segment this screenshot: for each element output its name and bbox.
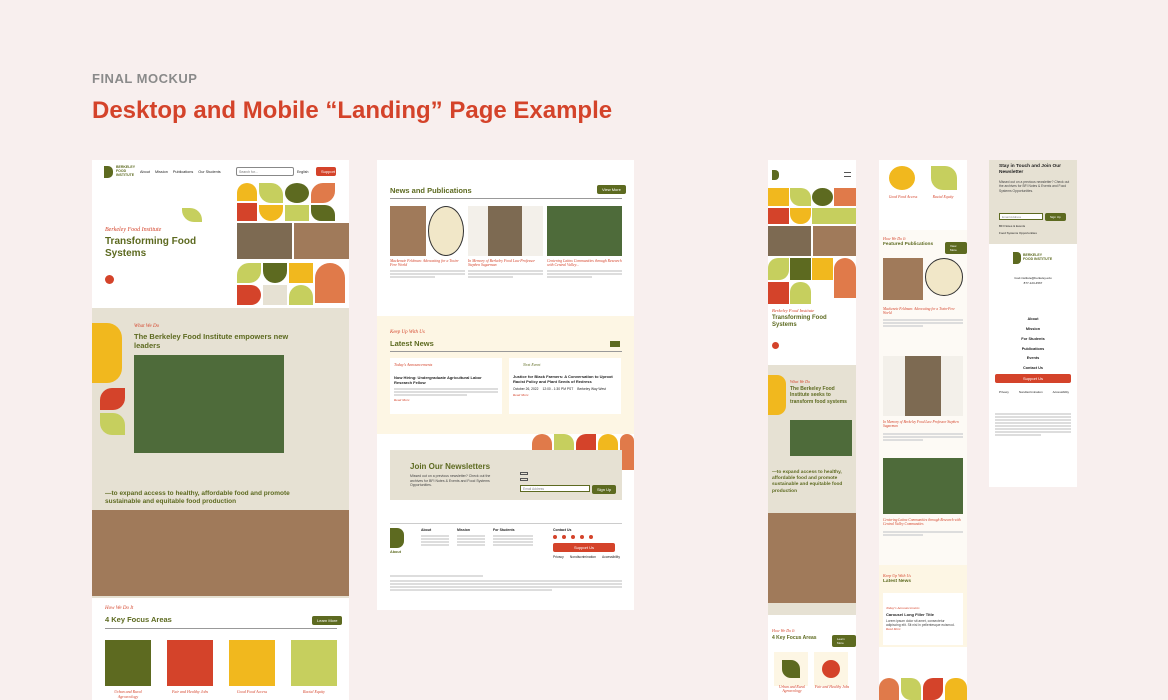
email-icon[interactable] xyxy=(589,535,593,539)
mobile-check-1[interactable]: BFI Notes & Events xyxy=(999,224,1025,228)
mobile-footer-phone: 877-123-4567 xyxy=(1023,281,1043,285)
language-select[interactable]: English xyxy=(297,170,308,174)
facebook-icon[interactable] xyxy=(553,535,557,539)
mobile-email-input[interactable]: Email Address xyxy=(999,213,1043,220)
newsletter-email-input[interactable]: Email Address xyxy=(520,485,590,492)
search-input[interactable]: Search for... xyxy=(236,167,294,176)
site-logo[interactable]: BERKELEY FOOD INSTITUTE xyxy=(104,165,136,178)
mobile-scroll-button[interactable] xyxy=(772,342,779,349)
hero-title: Transforming Food Systems xyxy=(105,236,197,259)
focus-area-access[interactable]: Good Food Access xyxy=(229,640,275,700)
announcement-card[interactable]: Today's Announcements Now Hiring: Underg… xyxy=(390,358,502,414)
focus-area-equity[interactable]: Racial Equity xyxy=(291,640,337,700)
newsletter-box: Join Our Newsletters Missed out on a pre… xyxy=(390,450,622,500)
mobile-footer-pattern xyxy=(879,678,967,700)
news-title: News and Publications xyxy=(390,186,472,195)
desktop-landing-top: BERKELEY FOOD INSTITUTE About Mission Pu… xyxy=(92,160,349,700)
support-button[interactable]: Support xyxy=(316,167,336,176)
nav-about[interactable]: About xyxy=(140,170,150,174)
mobile-area-2[interactable] xyxy=(814,652,848,686)
mobile-footer: Stay in Touch and Join Our Newsletter Mi… xyxy=(989,160,1077,487)
mobile-logo[interactable] xyxy=(772,170,779,180)
learn-more-button[interactable]: Learn More xyxy=(312,616,343,625)
mobile-support-button[interactable]: Support Us xyxy=(995,374,1071,383)
carousel-arrows[interactable] xyxy=(610,341,620,347)
social-icons xyxy=(553,535,593,539)
hero-pattern-mosaic xyxy=(237,183,349,308)
twitter-icon[interactable] xyxy=(562,535,566,539)
mobile-signup-button[interactable]: Sign Up xyxy=(1045,213,1066,221)
legal-links: Privacy Nondiscrimination Accessibility xyxy=(553,555,620,559)
latest-news-title: Latest News xyxy=(390,339,434,348)
instagram-icon[interactable] xyxy=(571,535,575,539)
mobile-hero-mosaic xyxy=(768,188,856,306)
footer-logo[interactable]: About xyxy=(390,528,414,554)
mobile-footer-email[interactable]: food.institute@berkeley.edu xyxy=(989,276,1077,280)
desktop-landing-bottom: News and Publications View More Mackenzi… xyxy=(377,160,634,610)
focus-areas: Urban and Rural Agroecology Fair and Hea… xyxy=(105,640,337,700)
view-more-button[interactable]: View More xyxy=(597,185,626,194)
students-photo xyxy=(134,355,284,453)
story-card-2[interactable]: In Memory of Berkeley Food Law Professor… xyxy=(468,206,543,279)
equity-icon xyxy=(931,166,957,190)
footer-links: About Mission For Students xyxy=(421,528,561,547)
linkedin-icon[interactable] xyxy=(580,535,584,539)
newsletter-text: Missed out on a previous newsletter? Che… xyxy=(410,474,491,488)
hamburger-menu-icon[interactable] xyxy=(844,172,851,177)
newsletter-checkbox-1[interactable] xyxy=(520,472,528,475)
mobile-what-section: What We Do The Berkeley Food Institute s… xyxy=(768,365,856,615)
mobile-legal-links: Privacy Nondiscrimination Accessibility xyxy=(999,390,1069,394)
mission-statement: —to expand access to healthy, affordable… xyxy=(105,490,290,506)
hero-photo-1 xyxy=(237,223,292,259)
main-nav: About Mission Publications Our Students xyxy=(140,170,221,174)
what-kicker: What We Do xyxy=(134,324,160,329)
mobile-latest-news: Keep Up With Us Latest News Today's Anno… xyxy=(879,565,967,647)
areas-title: 4 Key Focus Areas xyxy=(105,615,172,624)
mobile-learn-more[interactable]: Learn More xyxy=(832,635,856,647)
keep-kicker: Keep Up With Us xyxy=(390,330,425,335)
mobile-area-1[interactable] xyxy=(774,652,808,686)
nav-mission[interactable]: Mission xyxy=(155,170,168,174)
nav-students[interactable]: Our Students xyxy=(198,170,220,174)
footer-fine-print xyxy=(390,574,622,592)
event-card[interactable]: Next Event Justice for Black Farmers: A … xyxy=(509,358,621,414)
mobile-carousel-card[interactable]: Today's Announcements Carousel Long Fill… xyxy=(883,593,963,645)
newsletter-checkbox-2[interactable] xyxy=(520,478,528,481)
focus-area-agroecology[interactable]: Urban and Rural Agroecology xyxy=(105,640,151,700)
hero-kicker: Berkeley Food Institute xyxy=(105,227,162,233)
leaf-shape xyxy=(182,208,202,222)
mockup-kicker: FINAL MOCKUP xyxy=(92,71,198,86)
story-card-1[interactable]: Mackenzie Feldman: Advocating for a Toxi… xyxy=(390,206,465,279)
focus-area-jobs[interactable]: Fair and Healthy Jobs xyxy=(167,640,213,700)
mission-photo-strip xyxy=(92,510,349,596)
mobile-footer-logo[interactable]: BERKELEY FOOD INSTITUTE xyxy=(1013,252,1053,264)
footer-contact[interactable]: Contact Us xyxy=(553,528,571,532)
mobile-landing-2: Good Food Access Racial Equity How We Do… xyxy=(879,160,967,700)
mobile-newsletter: Stay in Touch and Join Our Newsletter Mi… xyxy=(989,160,1077,244)
newsletter-title: Join Our Newsletters xyxy=(410,462,491,471)
latest-news-section: Keep Up With Us Latest News Today's Anno… xyxy=(377,316,634,434)
mobile-fine-print xyxy=(995,412,1071,437)
mobile-view-more[interactable]: View More xyxy=(945,242,967,254)
scroll-down-button[interactable] xyxy=(105,275,114,284)
nav-publications[interactable]: Publications xyxy=(173,170,193,174)
mockup-title: Desktop and Mobile “Landing” Page Exampl… xyxy=(92,97,613,124)
hero-photo-2 xyxy=(294,223,349,259)
mobile-hero-title: Transforming Food Systems xyxy=(772,315,827,329)
access-icon xyxy=(889,166,915,190)
what-we-do-section: What We Do The Berkeley Food Institute e… xyxy=(92,308,349,598)
how-kicker: How We Do It xyxy=(105,606,134,611)
mobile-landing-1: Berkeley Food Institute Transforming Foo… xyxy=(768,160,856,700)
mobile-hero-kicker: Berkeley Food Institute xyxy=(772,308,815,313)
newsletter-signup-button[interactable]: Sign Up xyxy=(592,485,617,494)
story-card-3[interactable]: Centering Latinx Communities through Res… xyxy=(547,206,622,279)
what-title: The Berkeley Food Institute empowers new… xyxy=(134,332,289,351)
mobile-check-2[interactable]: Food Systems Opportunities xyxy=(999,231,1037,235)
footer-support-button[interactable]: Support Us xyxy=(553,543,615,552)
mobile-footer-nav: About Mission For Students Publications … xyxy=(1021,317,1045,371)
